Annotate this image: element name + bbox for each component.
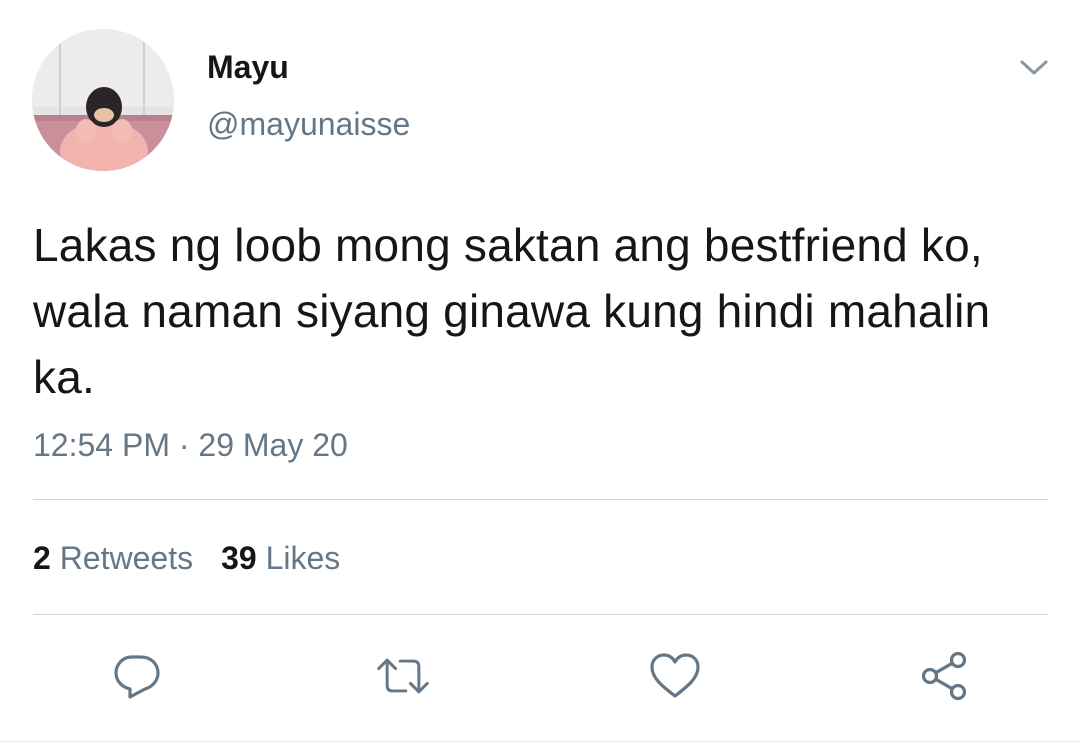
tweet-time: 12:54 PM (33, 427, 170, 463)
tweet-timestamp[interactable]: 12:54 PM · 29 May 20 (33, 423, 348, 467)
reply-button[interactable] (109, 648, 165, 704)
user-handle[interactable]: @mayunaisse (207, 104, 410, 144)
likes-label: Likes (265, 540, 341, 576)
retweets-count: 2 (33, 540, 51, 576)
avatar[interactable] (32, 29, 174, 171)
timestamp-separator: · (178, 427, 190, 463)
tweet-date: 29 May 20 (198, 427, 348, 463)
divider (33, 614, 1048, 615)
likes-stat[interactable]: 39 Likes (221, 540, 340, 576)
tweet-detail: Mayu @mayunaisse Lakas ng loob mong sakt… (0, 0, 1080, 755)
retweet-icon (377, 658, 429, 694)
display-name[interactable]: Mayu (207, 47, 289, 87)
retweets-stat[interactable]: 2 Retweets (33, 540, 193, 576)
retweets-label: Retweets (59, 540, 194, 576)
tweet-text: Lakas ng loob mong saktan ang bestfriend… (33, 219, 991, 403)
likes-count: 39 (221, 540, 257, 576)
reply-icon (114, 655, 160, 699)
share-icon (921, 651, 967, 701)
chevron-down-icon[interactable] (1014, 52, 1054, 82)
engagement-stats: 2 Retweets 39 Likes (33, 536, 340, 580)
divider (33, 499, 1048, 500)
heart-icon (650, 653, 700, 698)
avatar-image (32, 29, 174, 171)
like-button[interactable] (647, 648, 703, 704)
retweet-button[interactable] (375, 648, 431, 704)
divider (0, 741, 1080, 742)
share-button[interactable] (917, 648, 973, 704)
